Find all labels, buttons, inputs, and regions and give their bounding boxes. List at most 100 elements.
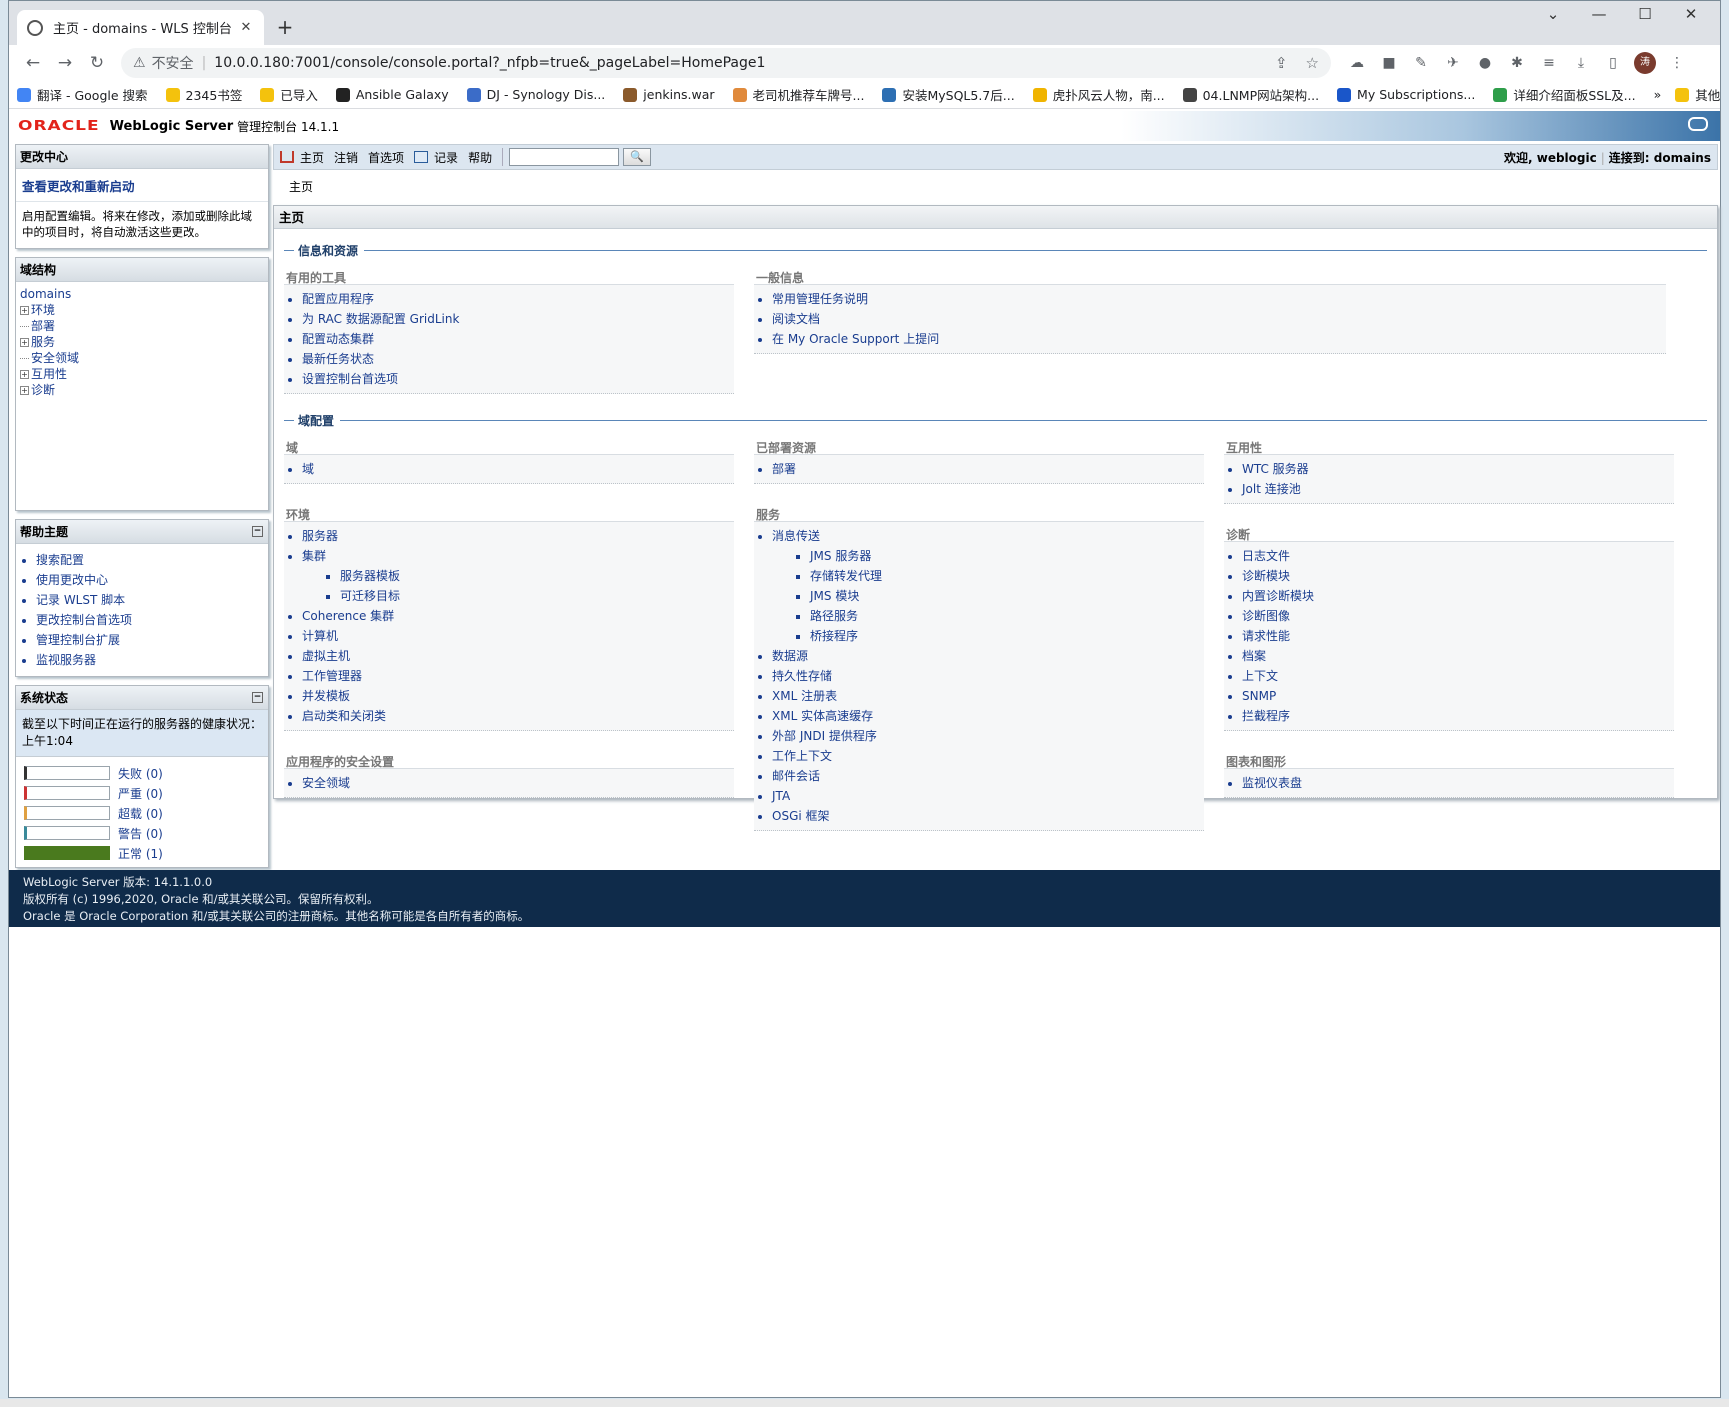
tab-search-icon[interactable]: ⌄ — [1530, 5, 1576, 23]
config-link[interactable]: 设置控制台首选项 — [302, 369, 734, 389]
config-link[interactable]: 为 RAC 数据源配置 GridLink — [302, 309, 734, 329]
expand-icon[interactable]: + — [20, 385, 29, 395]
url-text[interactable]: 10.0.0.180:7001/console/console.portal?_… — [214, 55, 1257, 71]
config-link[interactable]: 并发模板 — [302, 686, 734, 706]
help-topic-link[interactable]: 监视服务器 — [36, 650, 268, 670]
config-sublink[interactable]: 路径服务 — [810, 606, 1204, 626]
config-link[interactable]: WTC 服务器 — [1242, 459, 1674, 479]
other-bookmarks[interactable]: 其他书签 — [1675, 85, 1720, 104]
help-topic-link[interactable]: 搜索配置 — [36, 550, 268, 570]
puzzle-icon[interactable]: ✱ — [1501, 55, 1533, 71]
nav-logout[interactable]: 注销 — [334, 149, 358, 166]
maximize-icon[interactable]: ☐ — [1622, 5, 1668, 23]
browser-tab[interactable]: 主页 - domains - WLS 控制台 ✕ — [17, 10, 264, 45]
tree-node[interactable]: + 互用性 — [20, 366, 264, 382]
bookmark-item[interactable]: DJ - Synology Dis... — [466, 87, 605, 102]
nav-preferences[interactable]: 首选项 — [368, 149, 404, 166]
tree-node[interactable]: + 环境 — [20, 302, 264, 318]
config-sublink[interactable]: 存储转发代理 — [810, 566, 1204, 586]
expand-icon[interactable]: + — [20, 305, 29, 315]
tree-root-domains[interactable]: domains — [20, 286, 264, 302]
tab-close-icon[interactable]: ✕ — [238, 20, 254, 35]
bookmark-item[interactable]: jenkins.war — [623, 87, 715, 102]
bookmark-item[interactable]: 翻译 - Google 搜索 — [17, 85, 148, 104]
extension-icon[interactable]: ✈ — [1437, 55, 1469, 71]
config-link[interactable]: 数据源 — [772, 646, 1204, 666]
tree-node[interactable]: + 诊断 — [20, 382, 264, 398]
bookmarks-overflow[interactable]: » — [1654, 87, 1662, 102]
config-link[interactable]: SNMP — [1242, 686, 1674, 706]
config-link[interactable]: Coherence 集群 — [302, 606, 734, 626]
config-link[interactable]: XML 注册表 — [772, 686, 1204, 706]
download-icon[interactable]: ⤓ — [1565, 55, 1597, 71]
bookmark-item[interactable]: 2345书签 — [165, 85, 242, 104]
breadcrumb[interactable]: 主页 — [273, 170, 1718, 199]
bookmark-item[interactable]: 已导入 — [260, 85, 318, 104]
config-link[interactable]: 在 My Oracle Support 上提问 — [772, 329, 1666, 349]
bookmark-item[interactable]: 安装MySQL5.7后... — [882, 85, 1015, 104]
health-link[interactable]: 正常 (1) — [118, 845, 163, 862]
help-topic-link[interactable]: 使用更改中心 — [36, 570, 268, 590]
address-bar[interactable]: ⚠ 不安全 | 10.0.0.180:7001/console/console.… — [121, 48, 1331, 78]
config-sublink[interactable]: 桥接程序 — [810, 626, 1204, 646]
config-link[interactable]: 诊断图像 — [1242, 606, 1674, 626]
config-sublink[interactable]: 服务器模板 — [340, 566, 734, 586]
reading-list-icon[interactable]: ≡ — [1533, 55, 1565, 71]
bookmark-item[interactable]: 04.LNMP网站架构... — [1182, 85, 1319, 104]
config-link[interactable]: 虚拟主机 — [302, 646, 734, 666]
collapse-icon[interactable]: − — [252, 692, 263, 703]
search-input[interactable] — [509, 148, 620, 166]
config-sublink[interactable]: JMS 模块 — [810, 586, 1204, 606]
share-icon[interactable]: ⇪ — [1275, 54, 1288, 72]
config-link[interactable]: Jolt 连接池 — [1242, 479, 1674, 499]
bookmark-item[interactable]: Ansible Galaxy — [335, 87, 449, 102]
config-link[interactable]: 拦截程序 — [1242, 706, 1674, 726]
minimize-icon[interactable]: — — [1576, 5, 1622, 23]
extension-icon[interactable]: ■ — [1373, 55, 1405, 71]
config-link[interactable]: 监视仪表盘 — [1242, 773, 1674, 793]
config-link[interactable]: 工作管理器 — [302, 666, 734, 686]
nav-home[interactable]: 主页 — [280, 149, 324, 166]
config-link[interactable]: 服务器 — [302, 526, 734, 546]
side-panel-icon[interactable]: ▯ — [1597, 55, 1629, 71]
config-link[interactable]: 日志文件 — [1242, 546, 1674, 566]
config-link[interactable]: 阅读文档 — [772, 309, 1666, 329]
config-link[interactable]: JTA — [772, 786, 1204, 806]
config-link[interactable]: 启动类和关闭类 — [302, 706, 734, 726]
config-link[interactable]: 消息传送JMS 服务器存储转发代理JMS 模块路径服务桥接程序 — [772, 526, 1204, 646]
config-link[interactable]: 部署 — [772, 459, 1204, 479]
config-link[interactable]: XML 实体高速缓存 — [772, 706, 1204, 726]
extension-icon[interactable]: ✎ — [1405, 55, 1437, 71]
health-link[interactable]: 警告 (0) — [118, 825, 163, 842]
help-topic-link[interactable]: 记录 WLST 脚本 — [36, 590, 268, 610]
config-link[interactable]: 配置动态集群 — [302, 329, 734, 349]
nav-help[interactable]: 帮助 — [468, 149, 492, 166]
chat-icon[interactable] — [1688, 117, 1708, 131]
config-link[interactable]: 持久性存储 — [772, 666, 1204, 686]
config-link[interactable]: 上下文 — [1242, 666, 1674, 686]
tree-node[interactable]: 部署 — [20, 318, 264, 334]
bookmark-item[interactable]: 详细介绍面板SSL及... — [1493, 85, 1636, 104]
menu-icon[interactable]: ⋮ — [1661, 55, 1693, 71]
close-window-icon[interactable]: ✕ — [1668, 5, 1714, 23]
config-link[interactable]: 请求性能 — [1242, 626, 1674, 646]
tree-node[interactable]: 安全领域 — [20, 350, 264, 366]
bookmark-item[interactable]: My Subscriptions... — [1337, 87, 1475, 102]
bookmark-item[interactable]: 虎扑风云人物，南... — [1032, 85, 1165, 104]
config-link[interactable]: 外部 JNDI 提供程序 — [772, 726, 1204, 746]
config-link[interactable]: 内置诊断模块 — [1242, 586, 1674, 606]
config-link[interactable]: 域 — [302, 459, 734, 479]
config-link[interactable]: 配置应用程序 — [302, 289, 734, 309]
expand-icon[interactable]: + — [20, 337, 29, 347]
config-link[interactable]: OSGi 框架 — [772, 806, 1204, 826]
bookmark-item[interactable]: 老司机推荐车牌号... — [732, 85, 864, 104]
nav-record[interactable]: 记录 — [414, 149, 458, 166]
config-sublink[interactable]: 可迁移目标 — [340, 586, 734, 606]
config-link[interactable]: 最新任务状态 — [302, 349, 734, 369]
expand-icon[interactable]: + — [20, 369, 29, 379]
health-link[interactable]: 失败 (0) — [118, 765, 163, 782]
back-icon[interactable]: ← — [17, 53, 49, 73]
collapse-icon[interactable]: − — [252, 526, 263, 537]
config-sublink[interactable]: JMS 服务器 — [810, 546, 1204, 566]
new-tab-button[interactable]: + — [272, 15, 298, 39]
